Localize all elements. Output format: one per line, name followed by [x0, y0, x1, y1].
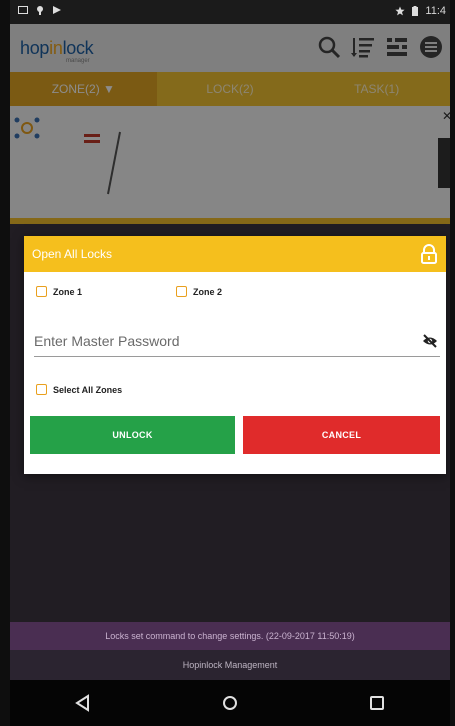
- zone-2-label: Zone 2: [193, 286, 223, 297]
- select-all-label: Select All Zones: [53, 384, 123, 395]
- status-time: 11:4: [425, 5, 446, 17]
- dialog-title-bar: Open All Locks: [24, 236, 446, 272]
- master-password-input[interactable]: [34, 328, 404, 354]
- screenshot-icon: [18, 6, 28, 14]
- zone-2-checkbox[interactable]: [176, 286, 187, 297]
- notification-icon: [37, 6, 43, 15]
- zone-1-option[interactable]: Zone 1: [36, 286, 82, 297]
- battery-icon: [412, 6, 419, 16]
- zone-1-checkbox[interactable]: [36, 286, 47, 297]
- app-screen: 11:4 hopinlock manager ZONE(2) ▼ LOCK(2)…: [10, 0, 450, 726]
- master-password-field[interactable]: [34, 328, 440, 357]
- unlock-button[interactable]: UNLOCK: [30, 416, 235, 454]
- status-bar: 11:4: [10, 0, 450, 24]
- zone-2-option[interactable]: Zone 2: [176, 286, 222, 297]
- zone-1-label: Zone 1: [53, 286, 83, 297]
- play-store-icon: [53, 6, 61, 14]
- select-all-option[interactable]: Select All Zones: [36, 384, 122, 395]
- open-all-locks-dialog: Open All Locks Zone 1 Zone 2 Select All …: [24, 236, 446, 474]
- cancel-button[interactable]: CANCEL: [243, 416, 440, 454]
- notification-bar: Locks set command to change settings. (2…: [10, 622, 450, 650]
- footer-title: Hopinlock Management: [10, 650, 450, 680]
- star-icon: [395, 6, 406, 16]
- visibility-off-icon[interactable]: [422, 334, 438, 348]
- android-nav-bar: [10, 680, 450, 726]
- back-icon[interactable]: [71, 691, 95, 715]
- home-icon[interactable]: [218, 691, 242, 715]
- dialog-title: Open All Locks: [32, 247, 113, 261]
- recents-icon[interactable]: [365, 691, 389, 715]
- lock-icon: [421, 244, 437, 264]
- select-all-checkbox[interactable]: [36, 384, 47, 395]
